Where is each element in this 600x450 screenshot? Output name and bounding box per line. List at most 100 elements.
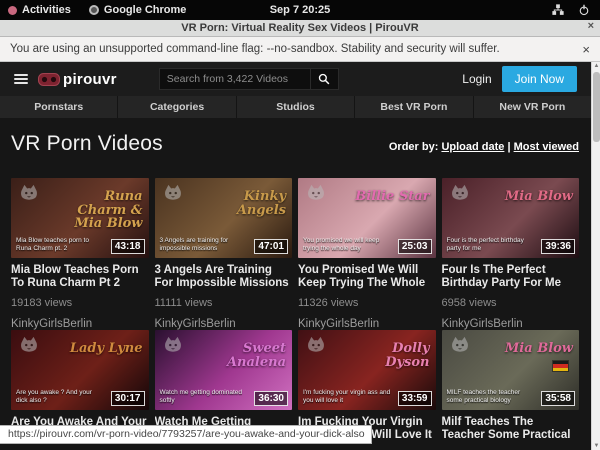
view-count: 11111 views bbox=[155, 297, 293, 309]
scroll-down-icon[interactable]: ▼ bbox=[592, 443, 600, 449]
duration-badge: 47:01 bbox=[254, 239, 288, 254]
video-card[interactable]: Runa Charm & Mia Blow Mia Blow teaches p… bbox=[11, 178, 149, 330]
video-title-link[interactable]: Mia Blow Teaches Porn To Runa Charm Pt 2 bbox=[11, 264, 149, 290]
view-count: 6958 views bbox=[442, 297, 580, 309]
video-thumbnail[interactable]: Sweet Analena Watch me getting dominated… bbox=[155, 330, 293, 410]
chrome-app-label: Google Chrome bbox=[104, 4, 187, 16]
infobar-close-icon[interactable]: × bbox=[582, 42, 590, 57]
order-by-label: Order by: bbox=[389, 141, 439, 153]
join-now-button[interactable]: Join Now bbox=[502, 66, 577, 92]
chrome-icon bbox=[89, 5, 99, 15]
studio-link[interactable]: KinkyGirlsBerlin bbox=[11, 318, 149, 330]
scroll-up-icon[interactable]: ▲ bbox=[592, 63, 600, 69]
duration-badge: 43:18 bbox=[111, 239, 145, 254]
desktop-screen: Activities Google Chrome Sep 7 20:25 VR … bbox=[0, 0, 600, 450]
system-bar: Activities Google Chrome Sep 7 20:25 bbox=[0, 0, 600, 20]
status-url-bubble: https://pirouvr.com/vr-porn-video/779325… bbox=[0, 425, 372, 444]
thumbnail-caption: You promised we will keep trying the who… bbox=[303, 237, 392, 253]
login-link[interactable]: Login bbox=[462, 72, 491, 86]
thumbnail-performer-name: Mia Blow bbox=[488, 190, 573, 204]
search-icon bbox=[318, 73, 330, 85]
studio-link[interactable]: KinkyGirlsBerlin bbox=[155, 318, 293, 330]
search-button[interactable] bbox=[311, 68, 339, 90]
main-nav: Pornstars Categories Studios Best VR Por… bbox=[0, 96, 591, 118]
thumbnail-performer-name: Billie Star bbox=[344, 190, 429, 204]
germany-flag-icon bbox=[552, 360, 569, 372]
scrollbar-thumb[interactable] bbox=[593, 72, 600, 142]
duration-badge: 30:17 bbox=[111, 391, 145, 406]
video-title-link[interactable]: Milf Teaches The Teacher Some Practical … bbox=[442, 416, 580, 442]
chrome-app-menu[interactable]: Google Chrome bbox=[89, 4, 187, 16]
duration-badge: 25:03 bbox=[398, 239, 432, 254]
nav-item-studios[interactable]: Studios bbox=[236, 96, 354, 118]
page-title: VR Porn Videos bbox=[11, 132, 163, 156]
nav-item-categories[interactable]: Categories bbox=[117, 96, 235, 118]
studio-link[interactable]: KinkyGirlsBerlin bbox=[442, 318, 580, 330]
power-icon[interactable] bbox=[578, 4, 590, 16]
video-card[interactable]: Mia Blow MILF teaches the teacher some p… bbox=[442, 330, 580, 450]
vr-headset-icon bbox=[38, 73, 60, 86]
nav-item-pornstars[interactable]: Pornstars bbox=[0, 96, 117, 118]
window-close-icon[interactable]: × bbox=[588, 20, 594, 32]
thumbnail-caption: Watch me getting dominated softly bbox=[160, 389, 249, 405]
network-icon[interactable] bbox=[552, 4, 564, 16]
activities-label: Activities bbox=[22, 4, 71, 16]
video-thumbnail[interactable]: Runa Charm & Mia Blow Mia Blow teaches p… bbox=[11, 178, 149, 258]
duration-badge: 39:36 bbox=[541, 239, 575, 254]
video-thumbnail[interactable]: Mia Blow Four is the perfect birthday pa… bbox=[442, 178, 580, 258]
warning-infobar: You are using an unsupported command-lin… bbox=[0, 37, 600, 62]
video-title-link[interactable]: You Promised We Will Keep Trying The Who… bbox=[298, 264, 436, 290]
video-card[interactable]: Billie Star You promised we will keep tr… bbox=[298, 178, 436, 330]
logo-text: pirouvr bbox=[63, 71, 117, 88]
nav-item-new-vr-porn[interactable]: New VR Porn bbox=[473, 96, 591, 118]
video-grid: Runa Charm & Mia Blow Mia Blow teaches p… bbox=[11, 178, 579, 450]
video-thumbnail[interactable]: Mia Blow MILF teaches the teacher some p… bbox=[442, 330, 580, 410]
page-content: VR Porn Videos Order by: Upload date | M… bbox=[0, 132, 591, 450]
studio-cat-logo-icon bbox=[449, 335, 471, 357]
order-separator: | bbox=[507, 141, 510, 153]
thumbnail-caption: Four is the perfect birthday party for m… bbox=[447, 237, 536, 253]
warning-message: You are using an unsupported command-lin… bbox=[10, 43, 500, 55]
nav-item-best-vr-porn[interactable]: Best VR Porn bbox=[354, 96, 472, 118]
video-title-link[interactable]: 3 Angels Are Training For Impossible Mis… bbox=[155, 264, 293, 290]
thumbnail-caption: 3 Angels are training for impossible mis… bbox=[160, 237, 249, 253]
duration-badge: 35:58 bbox=[541, 391, 575, 406]
studio-cat-logo-icon bbox=[305, 183, 327, 205]
site-header: pirouvr Login Join Now bbox=[0, 62, 591, 96]
thumbnail-performer-name: Kinky Angels bbox=[201, 190, 286, 217]
activities-button[interactable]: Activities bbox=[8, 4, 71, 16]
studio-cat-logo-icon bbox=[162, 335, 184, 357]
video-thumbnail[interactable]: Lady Lyne Are you awake ? And your dick … bbox=[11, 330, 149, 410]
thumbnail-performer-name: Runa Charm & Mia Blow bbox=[57, 190, 142, 231]
thumbnail-performer-name: Lady Lyne bbox=[57, 342, 142, 356]
menu-icon[interactable] bbox=[14, 74, 28, 84]
studio-cat-logo-icon bbox=[18, 335, 40, 357]
search-input[interactable] bbox=[159, 68, 311, 90]
video-title-link[interactable]: Four Is The Perfect Birthday Party For M… bbox=[442, 264, 580, 290]
thumbnail-caption: MILF teaches the teacher some practical … bbox=[447, 389, 536, 405]
thumbnail-performer-name: Mia Blow bbox=[488, 342, 573, 356]
video-card[interactable]: Mia Blow Four is the perfect birthday pa… bbox=[442, 178, 580, 330]
activities-dot-icon bbox=[8, 6, 17, 15]
studio-cat-logo-icon bbox=[305, 335, 327, 357]
studio-cat-logo-icon bbox=[18, 183, 40, 205]
window-title: VR Porn: Virtual Reality Sex Videos | Pi… bbox=[181, 22, 418, 34]
order-link-upload-date[interactable]: Upload date bbox=[441, 141, 504, 153]
video-thumbnail[interactable]: Billie Star You promised we will keep tr… bbox=[298, 178, 436, 258]
video-card[interactable]: Kinky Angels 3 Angels are training for i… bbox=[155, 178, 293, 330]
studio-link[interactable]: KinkyGirlsBerlin bbox=[298, 318, 436, 330]
studio-cat-logo-icon bbox=[449, 183, 471, 205]
order-link-most-viewed[interactable]: Most viewed bbox=[514, 141, 579, 153]
view-count: 19183 views bbox=[11, 297, 149, 309]
thumbnail-caption: Are you awake ? And your dick also ? bbox=[16, 389, 105, 405]
thumbnail-performer-name: Sweet Analena bbox=[201, 342, 286, 369]
browser-viewport: pirouvr Login Join Now Pornstars Categor… bbox=[0, 62, 600, 450]
scrollbar[interactable]: ▲ ▼ bbox=[591, 62, 600, 450]
video-thumbnail[interactable]: Dolly Dyson I'm fucking your virgin ass … bbox=[298, 330, 436, 410]
thumbnail-caption: I'm fucking your virgin ass and you will… bbox=[303, 389, 392, 405]
video-thumbnail[interactable]: Kinky Angels 3 Angels are training for i… bbox=[155, 178, 293, 258]
window-titlebar[interactable]: VR Porn: Virtual Reality Sex Videos | Pi… bbox=[0, 20, 600, 37]
thumbnail-caption: Mia Blow teaches porn to Runa Charm pt. … bbox=[16, 237, 105, 253]
studio-cat-logo-icon bbox=[162, 183, 184, 205]
site-logo[interactable]: pirouvr bbox=[38, 71, 117, 88]
